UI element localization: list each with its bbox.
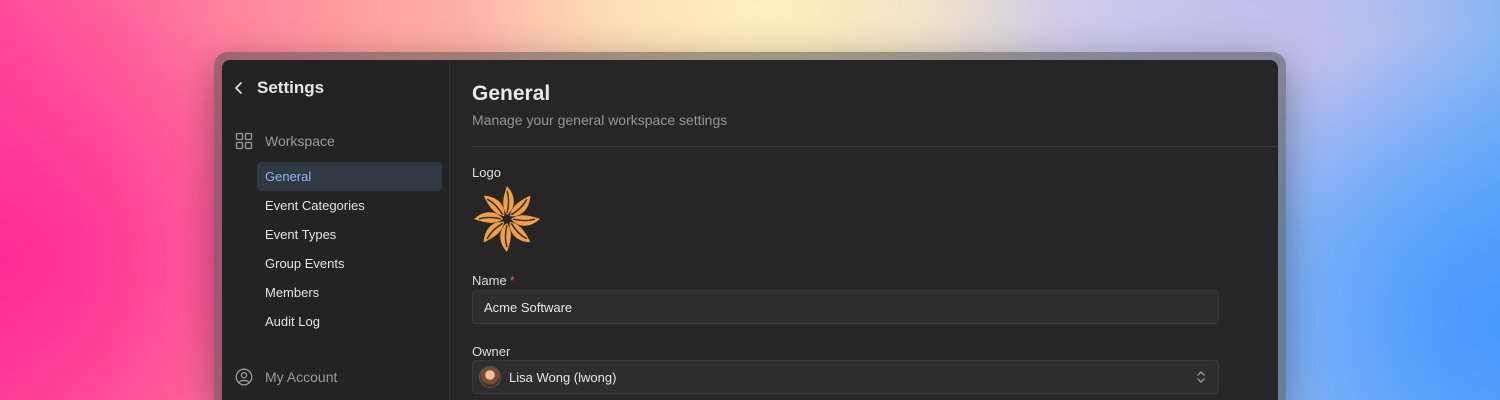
sidebar: Settings Workspace General Event Categor… (222, 60, 450, 400)
page-subtitle: Manage your general workspace settings (472, 112, 728, 128)
divider (472, 146, 1278, 147)
user-circle-icon (235, 368, 253, 386)
chevron-up-down-icon (1196, 370, 1206, 384)
avatar (479, 366, 501, 388)
settings-window: Settings Workspace General Event Categor… (222, 60, 1278, 400)
sidebar-section-my-account[interactable]: My Account (222, 362, 337, 392)
workspace-nav: General Event Categories Event Types Gro… (222, 162, 449, 336)
owner-value: Lisa Wong (lwong) (509, 369, 617, 385)
sidebar-title: Settings (257, 78, 325, 97)
sidebar-section-label: Workspace (265, 133, 335, 149)
sidebar-item-event-categories[interactable]: Event Categories (257, 191, 442, 220)
sidebar-section-workspace: Workspace (222, 126, 449, 156)
chevron-left-icon[interactable] (232, 81, 246, 95)
page-title: General (472, 82, 551, 105)
grid-icon (235, 132, 253, 150)
sidebar-item-members[interactable]: Members (257, 278, 442, 307)
general-settings-panel: General Manage your general workspace se… (450, 60, 1278, 400)
name-label: Name * (472, 273, 515, 288)
required-mark: * (509, 273, 515, 288)
sidebar-section-label: My Account (265, 369, 338, 385)
owner-label: Owner (472, 344, 511, 359)
sidebar-item-audit-log[interactable]: Audit Log (257, 307, 442, 336)
sidebar-item-general[interactable]: General (257, 162, 442, 191)
sidebar-item-group-events[interactable]: Group Events (257, 249, 442, 278)
name-input[interactable] (484, 299, 1218, 315)
name-field-wrapper (472, 290, 1219, 324)
sidebar-item-event-types[interactable]: Event Types (257, 220, 442, 249)
workspace-logo[interactable] (472, 184, 542, 254)
sidebar-header: Settings (222, 60, 449, 116)
logo-label: Logo (472, 165, 501, 180)
owner-select[interactable]: Lisa Wong (lwong) (472, 360, 1219, 394)
